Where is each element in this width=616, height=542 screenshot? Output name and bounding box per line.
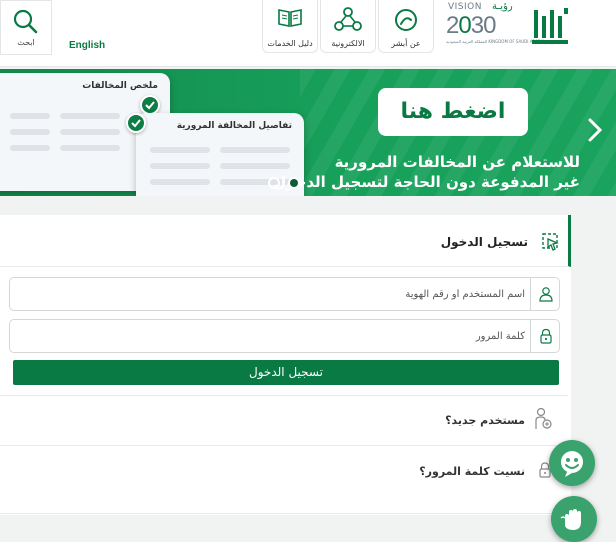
divider bbox=[0, 513, 568, 514]
absher-info-icon bbox=[395, 9, 417, 31]
vision-2030-logo: VISION رؤيـة 2030 المملكة العربية السعود… bbox=[440, 0, 544, 50]
card-back-title: ملخص المخالفات bbox=[82, 81, 158, 91]
vision-title: VISION bbox=[448, 2, 482, 12]
vision-year: 2030 bbox=[446, 12, 496, 39]
user-icon bbox=[539, 287, 553, 302]
divider bbox=[0, 395, 568, 396]
password-input[interactable] bbox=[18, 320, 527, 352]
language-switch[interactable]: English bbox=[69, 40, 105, 51]
about-absher-label: عن أبشر bbox=[391, 39, 421, 48]
slide-dot-1[interactable] bbox=[268, 177, 280, 189]
chatbot-button[interactable] bbox=[549, 440, 595, 486]
sign-language-icon bbox=[560, 509, 581, 530]
vision-arabic: رؤيـة bbox=[492, 1, 513, 12]
user-icon-box bbox=[530, 278, 559, 310]
new-user-link[interactable]: مستخدم جديد؟ bbox=[445, 414, 525, 427]
chatbot-icon bbox=[561, 451, 583, 477]
banner-text-line2: غير المدفوعة دون الحاجة لتسجيل الدخول bbox=[273, 173, 580, 191]
search-icon bbox=[13, 9, 38, 34]
search-label: ابحث bbox=[17, 38, 35, 47]
login-title: تسجيل الدخول bbox=[440, 235, 528, 249]
banner-text-line1: للاستعلام عن المخالفات المرورية bbox=[334, 153, 580, 171]
e-services-label: الالكترونية bbox=[331, 39, 365, 48]
promo-banner[interactable]: ملخص المخالفات تفاصيل المخالفة المرورية … bbox=[0, 69, 616, 196]
login-header: تسجيل الدخول bbox=[0, 215, 571, 267]
card-front-title: تفاصيل المخالفة المرورية bbox=[176, 121, 292, 131]
chevron-right-icon[interactable] bbox=[585, 117, 605, 143]
services-guide-label: دليل الخدمات bbox=[267, 39, 313, 48]
add-user-icon bbox=[535, 407, 552, 429]
book-icon bbox=[278, 9, 302, 27]
network-icon bbox=[334, 7, 362, 31]
search-button[interactable]: ابحث bbox=[0, 0, 52, 55]
divider bbox=[0, 445, 568, 446]
sign-language-button[interactable] bbox=[551, 496, 597, 542]
lock-icon-box bbox=[530, 320, 559, 352]
login-submit-button[interactable]: تسجيل الدخول bbox=[13, 360, 559, 385]
login-panel: تسجيل الدخول تسجيل الدخول مستخدم جديد؟ bbox=[0, 215, 571, 515]
lock-icon bbox=[540, 328, 552, 344]
slide-dot-2[interactable] bbox=[288, 177, 300, 189]
password-field[interactable] bbox=[9, 319, 560, 353]
check-icon bbox=[126, 113, 146, 133]
services-guide-button[interactable]: دليل الخدمات bbox=[262, 0, 318, 53]
pointer-click-icon bbox=[542, 233, 559, 251]
about-absher-button[interactable]: عن أبشر bbox=[378, 0, 434, 53]
forgot-password-link[interactable]: نسيت كلمة المرور؟ bbox=[419, 465, 525, 478]
absher-logo bbox=[532, 8, 568, 44]
username-field[interactable] bbox=[9, 277, 560, 311]
top-header: ابحث English دليل الخدمات الالكترونية عن… bbox=[0, 0, 616, 67]
check-icon bbox=[140, 95, 160, 115]
click-here-button[interactable]: اضغط هنا bbox=[378, 88, 528, 136]
username-input[interactable] bbox=[18, 278, 527, 310]
e-services-button[interactable]: الالكترونية bbox=[320, 0, 376, 53]
